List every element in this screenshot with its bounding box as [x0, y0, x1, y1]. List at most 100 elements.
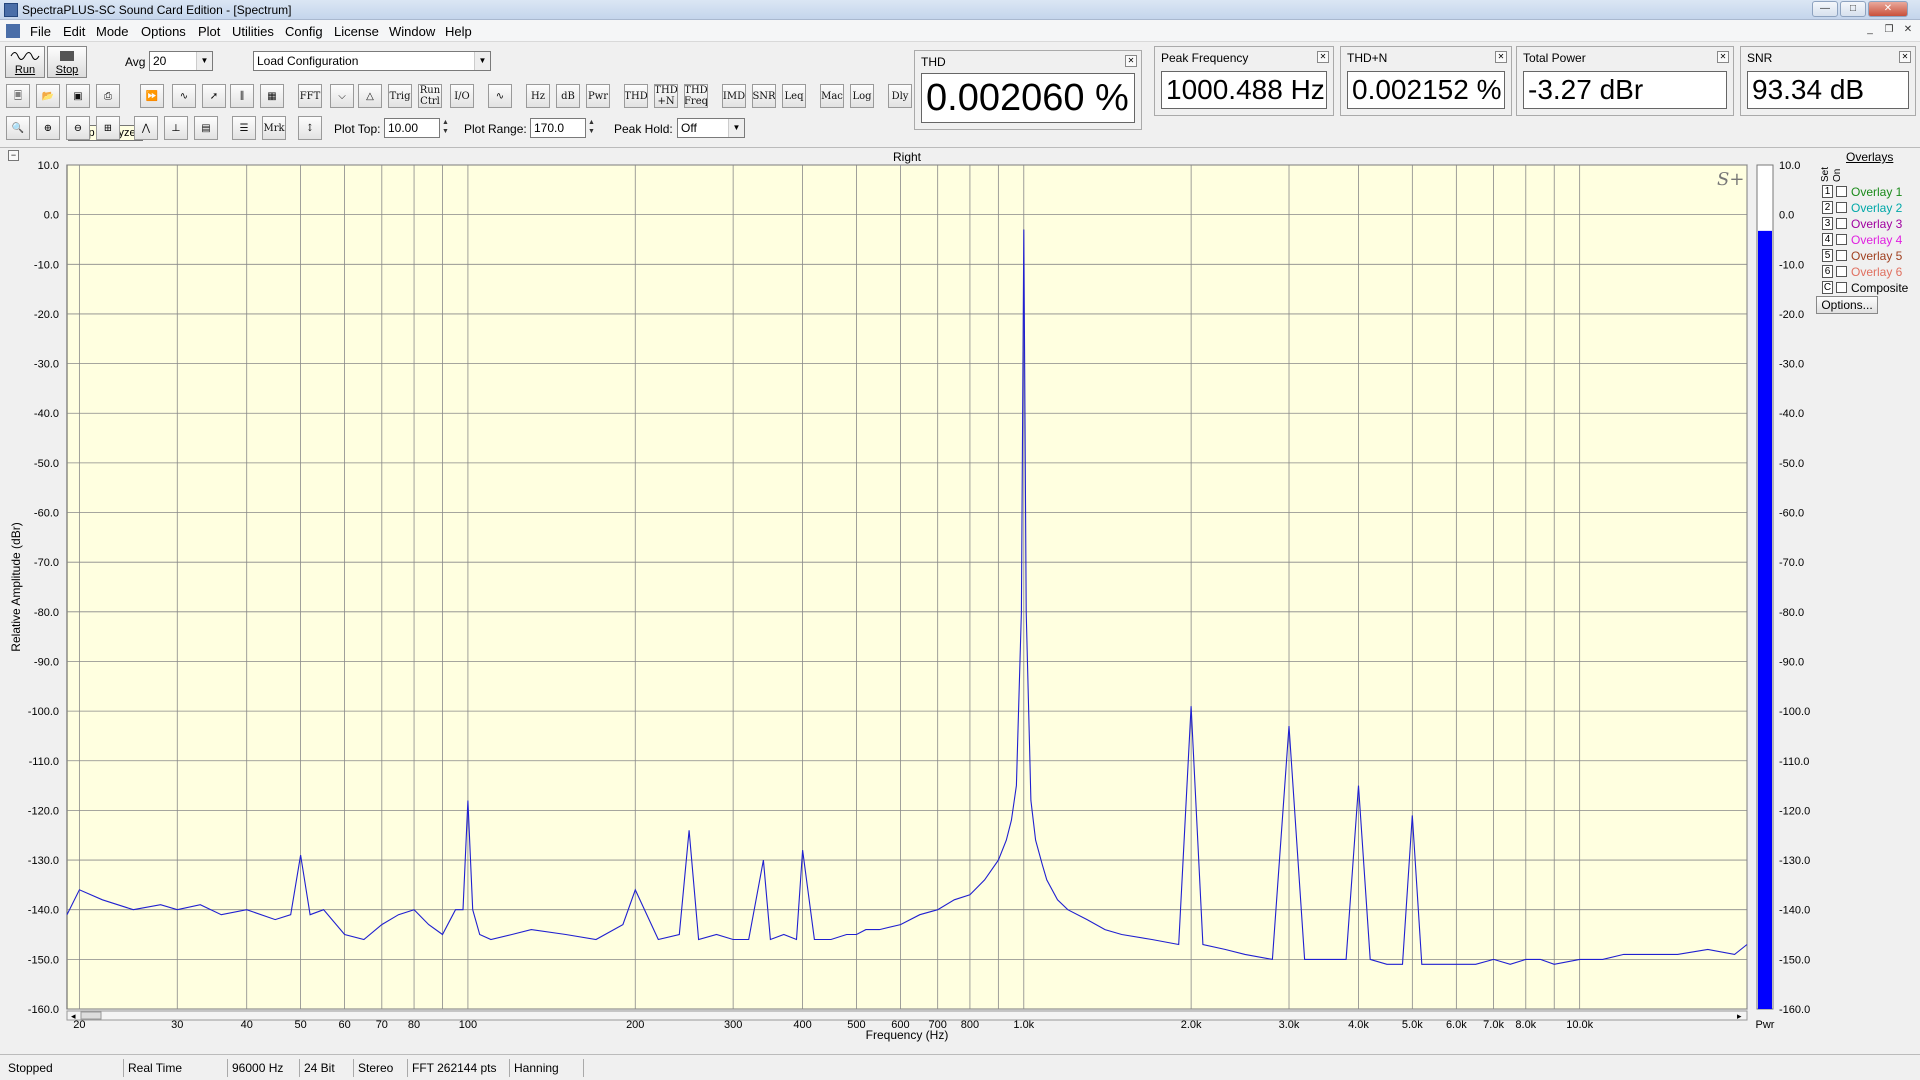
- close-icon[interactable]: ✕: [1717, 51, 1729, 63]
- print-icon[interactable]: ⎙: [96, 84, 120, 108]
- avg-select[interactable]: 20 ▼: [149, 51, 213, 71]
- zoom-out-x-icon[interactable]: ⊖: [66, 116, 90, 140]
- close-icon[interactable]: ✕: [1899, 51, 1911, 63]
- run-ctrl-button[interactable]: Run Ctrl: [418, 84, 442, 108]
- overlay-set-button[interactable]: C: [1822, 281, 1833, 294]
- spin-arrows-icon[interactable]: ▲ ▼: [586, 118, 597, 138]
- mdi-minimize-button[interactable]: _: [1862, 24, 1878, 37]
- menu-utilities[interactable]: Utilities: [232, 24, 274, 39]
- status-bit-depth: 24 Bit: [300, 1059, 354, 1077]
- overlay-set-button[interactable]: 5: [1822, 249, 1833, 262]
- config-select[interactable]: Load Configuration ▼: [253, 51, 491, 71]
- fft-button[interactable]: FFT: [298, 84, 322, 108]
- overlay-on-checkbox[interactable]: [1836, 234, 1847, 245]
- spectrum-chart[interactable]: 10.00.0-10.0-20.0-30.0-40.0-50.0-60.0-70…: [0, 148, 1920, 1054]
- overlay-on-checkbox[interactable]: [1836, 282, 1847, 293]
- overlay-options-button[interactable]: Options...: [1816, 296, 1878, 314]
- peak-icon[interactable]: ⋀: [134, 116, 158, 140]
- microphone-icon[interactable]: △: [358, 84, 382, 108]
- peak-hold-select[interactable]: Off ▼: [677, 118, 745, 138]
- log-button[interactable]: Log: [850, 84, 874, 108]
- mdi-close-button[interactable]: ✕: [1900, 24, 1916, 37]
- mac-button[interactable]: Mac: [820, 84, 844, 108]
- overlay-on-checkbox[interactable]: [1836, 202, 1847, 213]
- mdi-restore-button[interactable]: ❐: [1881, 24, 1897, 37]
- open-icon[interactable]: 📂: [36, 84, 60, 108]
- menu-file[interactable]: File: [30, 24, 51, 39]
- leq-button[interactable]: Leq: [782, 84, 806, 108]
- scope-icon[interactable]: ⌵: [330, 84, 354, 108]
- close-icon[interactable]: ✕: [1495, 51, 1507, 63]
- sine-icon[interactable]: ∿: [488, 84, 512, 108]
- menu-options[interactable]: Options: [141, 24, 186, 39]
- thd-button[interactable]: THD: [624, 84, 648, 108]
- overlay-set-button[interactable]: 6: [1822, 265, 1833, 278]
- save-icon[interactable]: ▣: [66, 84, 90, 108]
- new-icon[interactable]: 🗏: [6, 84, 30, 108]
- list-icon[interactable]: ☰: [232, 116, 256, 140]
- thd-n-button[interactable]: THD +N: [654, 84, 678, 108]
- y-tick-label: -50.0: [34, 458, 59, 470]
- run-button[interactable]: Run: [5, 46, 45, 78]
- plot-top-input[interactable]: 10.00 ▲ ▼: [384, 118, 449, 138]
- plot-area: [66, 164, 1748, 1010]
- y-tick-label: -30.0: [34, 359, 59, 371]
- zoom-full-icon[interactable]: ⊞: [96, 116, 120, 140]
- close-icon[interactable]: ✕: [1125, 55, 1137, 67]
- overlay-on-checkbox[interactable]: [1836, 266, 1847, 277]
- menu-bar: File Edit Mode Options Plot Utilities Co…: [0, 20, 1920, 42]
- trig-button[interactable]: Trig: [388, 84, 412, 108]
- histogram-icon[interactable]: ▤: [194, 116, 218, 140]
- zoom-in-x-icon[interactable]: ⊕: [36, 116, 60, 140]
- menu-plot[interactable]: Plot: [198, 24, 220, 39]
- menu-window[interactable]: Window: [389, 24, 435, 39]
- imd-button[interactable]: IMD: [722, 84, 746, 108]
- power-tick-label: -140.0: [1779, 905, 1810, 917]
- waveform-icon[interactable]: ∿: [172, 84, 196, 108]
- pwr-button[interactable]: Pwr: [586, 84, 610, 108]
- y-tick-label: -90.0: [34, 656, 59, 668]
- close-button[interactable]: ✕: [1868, 1, 1908, 17]
- hz-button[interactable]: Hz: [526, 84, 550, 108]
- menu-license[interactable]: License: [334, 24, 379, 39]
- overlay-on-checkbox[interactable]: [1836, 250, 1847, 261]
- minimize-button[interactable]: —: [1812, 1, 1838, 17]
- menu-edit[interactable]: Edit: [63, 24, 85, 39]
- spectrogram-icon[interactable]: ▦: [260, 84, 284, 108]
- envelope-icon[interactable]: ⊥: [164, 116, 188, 140]
- menu-help[interactable]: Help: [445, 24, 472, 39]
- dly-button[interactable]: Dly: [888, 84, 912, 108]
- overlay-on-checkbox[interactable]: [1836, 218, 1847, 229]
- db-button[interactable]: dB: [556, 84, 580, 108]
- overlay-set-button[interactable]: 3: [1822, 217, 1833, 230]
- chart-title: Right: [893, 150, 922, 164]
- menu-config[interactable]: Config: [285, 24, 323, 39]
- thd-freq-button[interactable]: THD Freq: [684, 84, 708, 108]
- slope-icon[interactable]: ➚: [202, 84, 226, 108]
- x-axis-label: Frequency (Hz): [866, 1028, 949, 1042]
- plot-range-input[interactable]: 170.0 ▲ ▼: [530, 118, 595, 138]
- stop-button[interactable]: Stop: [47, 46, 87, 78]
- io-button[interactable]: I/O: [450, 84, 474, 108]
- spin-arrows-icon[interactable]: ▲ ▼: [440, 118, 451, 138]
- x-tick-label: 40: [241, 1019, 253, 1031]
- overlay-set-button[interactable]: 1: [1822, 185, 1833, 198]
- autoscale-icon[interactable]: ↕: [298, 116, 322, 140]
- y-tick-label: -10.0: [34, 259, 59, 271]
- marker-button[interactable]: Mrk: [262, 116, 286, 140]
- close-icon[interactable]: ✕: [1317, 51, 1329, 63]
- overlay-on-checkbox[interactable]: [1836, 186, 1847, 197]
- snr-button[interactable]: SNR: [752, 84, 776, 108]
- overlay-set-button[interactable]: 4: [1822, 233, 1833, 246]
- overlay-set-button[interactable]: 2: [1822, 201, 1833, 214]
- power-tick-label: -80.0: [1779, 607, 1804, 619]
- bars-icon[interactable]: ∥: [230, 84, 254, 108]
- zoom-icon[interactable]: 🔍: [6, 116, 30, 140]
- fast-forward-icon[interactable]: ⏩: [140, 84, 164, 108]
- power-meter-label: Pwr: [1756, 1019, 1775, 1031]
- x-tick-label: 300: [724, 1019, 742, 1031]
- status-run-state: Stopped: [4, 1059, 124, 1077]
- document-icon[interactable]: [6, 24, 20, 38]
- maximize-button[interactable]: □: [1840, 1, 1866, 17]
- menu-mode[interactable]: Mode: [96, 24, 129, 39]
